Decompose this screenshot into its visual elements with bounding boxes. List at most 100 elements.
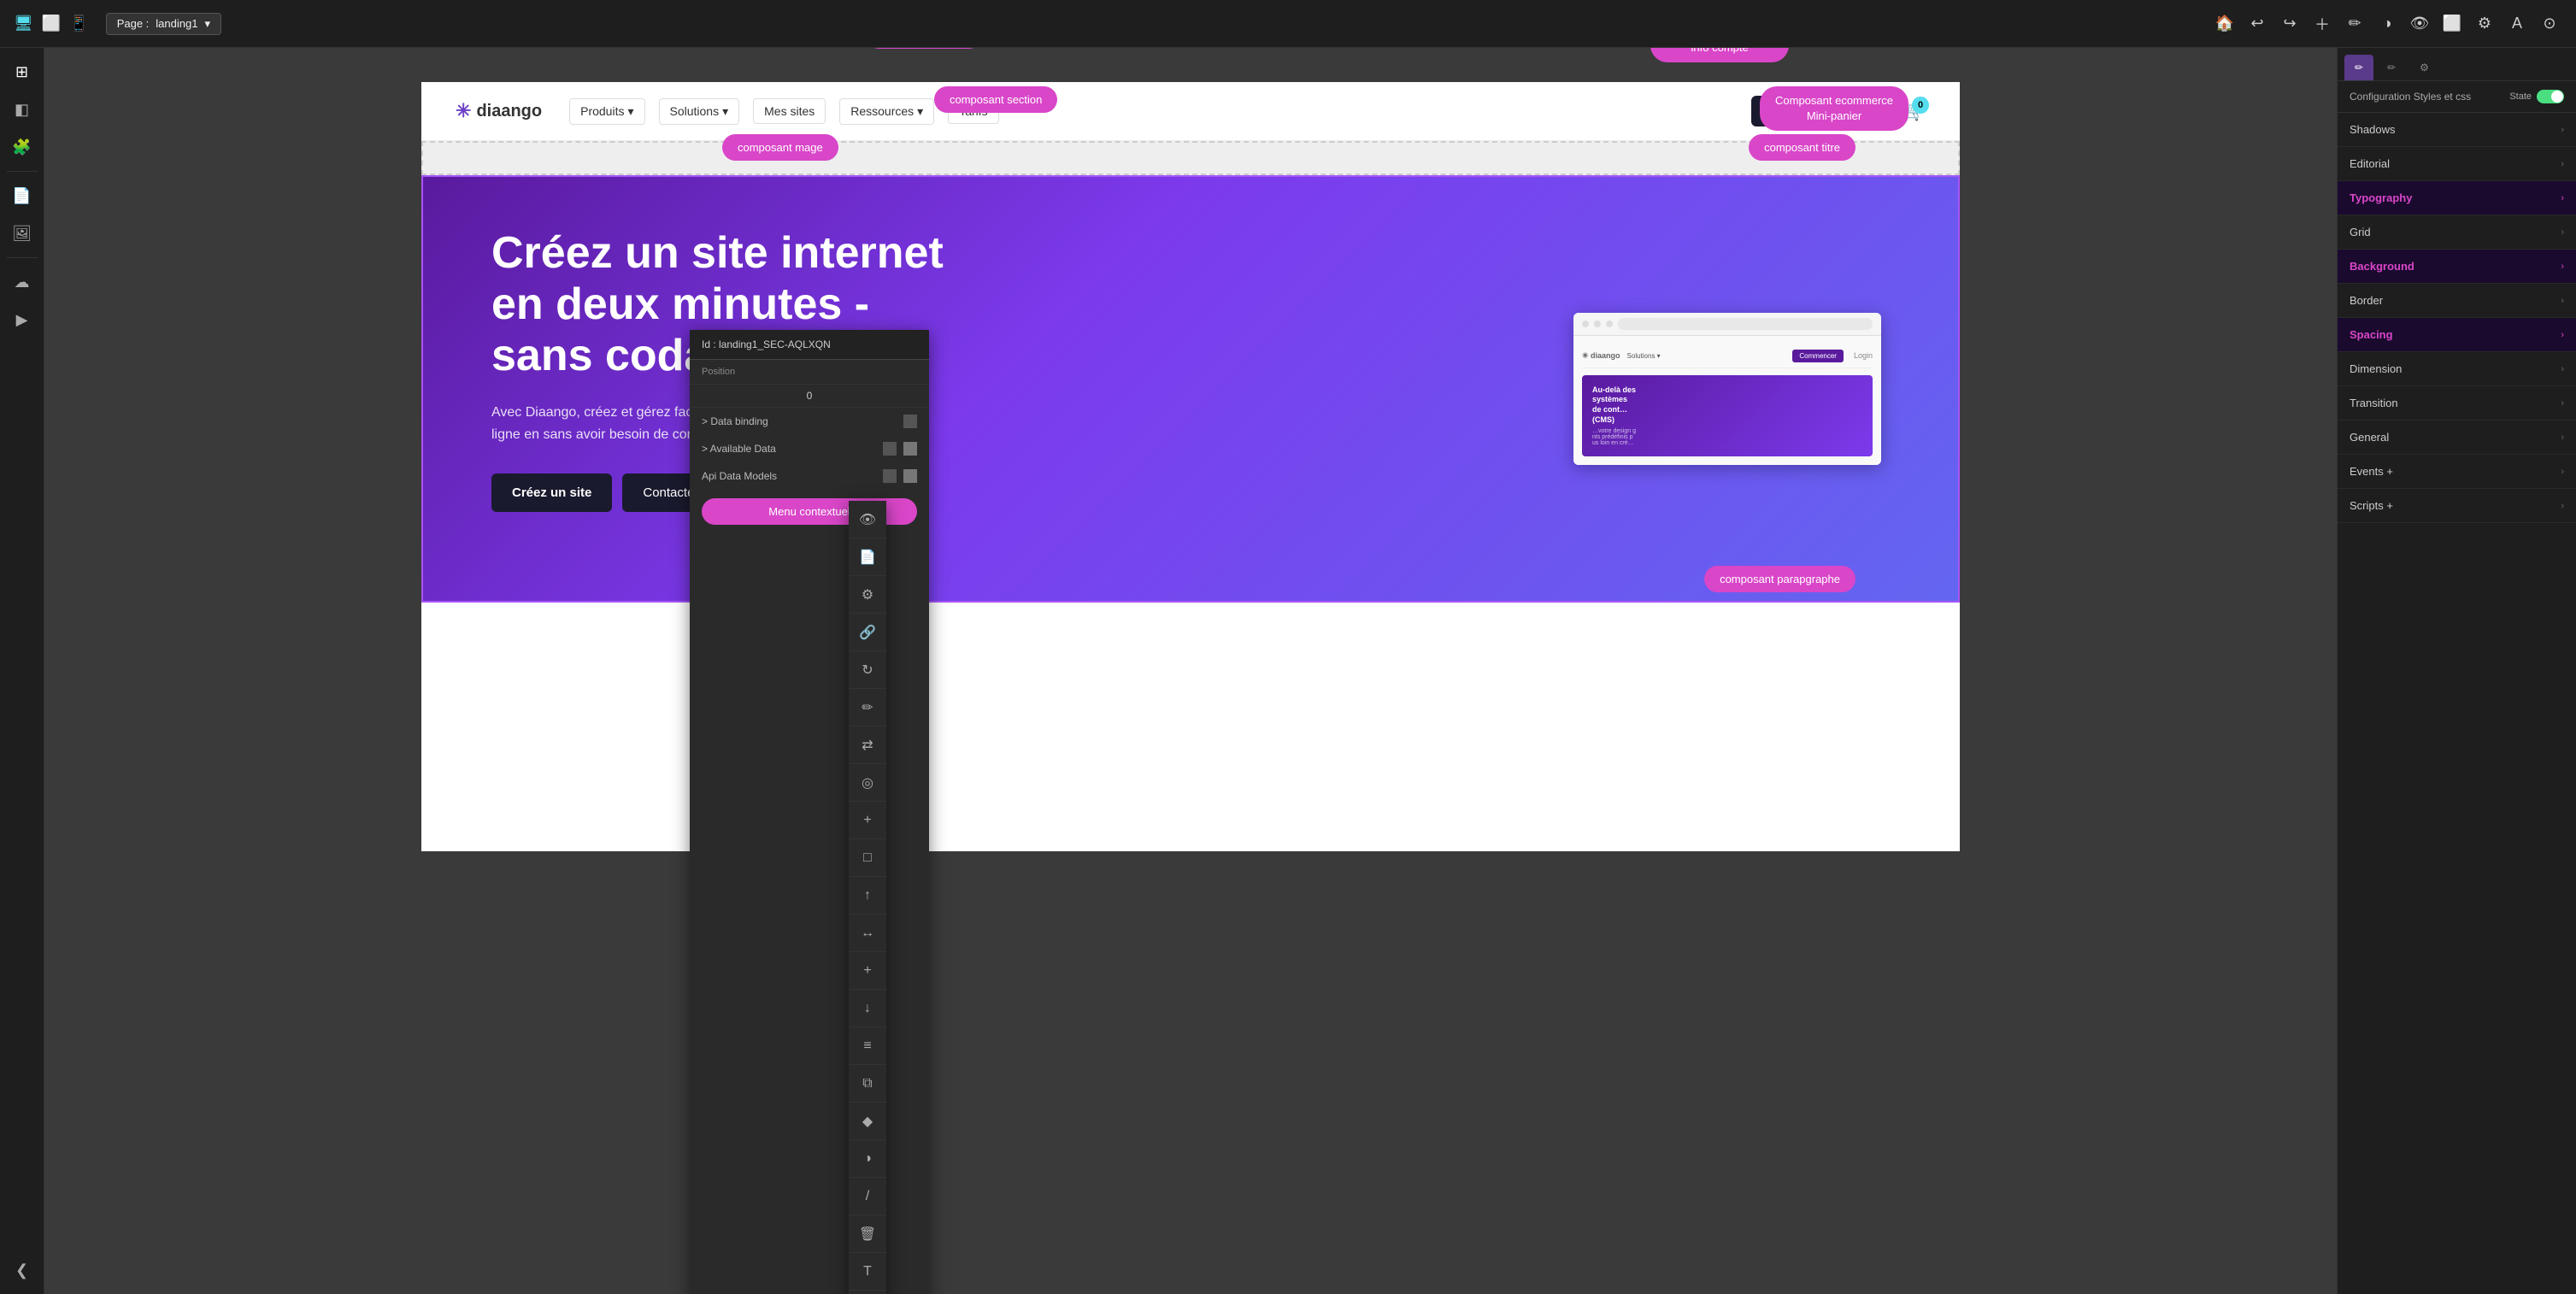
desktop-icon[interactable]: 🖥 bbox=[14, 15, 33, 32]
nav-link-ressources[interactable]: Ressources ▾ bbox=[839, 98, 934, 125]
tool-slash[interactable]: / bbox=[849, 1178, 886, 1215]
transition-arrow: › bbox=[2561, 398, 2564, 409]
tool-t-up[interactable]: ↑ bbox=[849, 877, 886, 915]
device-icons: 🖥 ⬜ 📱 bbox=[14, 15, 89, 32]
tool-t-down[interactable]: ↓ bbox=[849, 990, 886, 1027]
font-icon[interactable]: A bbox=[2504, 15, 2530, 32]
panel-section-typography[interactable]: Typography › bbox=[2338, 181, 2576, 215]
sidebar-item-layers[interactable]: ◧ bbox=[5, 92, 39, 126]
state-toggle[interactable] bbox=[2537, 90, 2564, 103]
mobile-icon[interactable]: 📱 bbox=[69, 15, 88, 32]
context-data-binding[interactable]: > Data binding bbox=[690, 408, 929, 435]
typography-arrow: › bbox=[2561, 193, 2564, 203]
panel-section-transition[interactable]: Transition › bbox=[2338, 386, 2576, 421]
nav-link-solutions[interactable]: Solutions ▾ bbox=[659, 98, 740, 125]
panel-general-label: General bbox=[2350, 431, 2389, 444]
tool-expand-h[interactable]: ↔ bbox=[849, 915, 886, 952]
tool-refresh[interactable]: ↻ bbox=[849, 651, 886, 689]
right-panel-tabs: ✏ ✏ ⚙ bbox=[2338, 48, 2576, 81]
tool-arrows[interactable]: ⇄ bbox=[849, 726, 886, 764]
tool-square[interactable]: □ bbox=[849, 839, 886, 877]
panel-section-background[interactable]: Background › bbox=[2338, 250, 2576, 284]
tablet-icon[interactable]: ⬜ bbox=[42, 15, 61, 32]
context-available-data[interactable]: > Available Data bbox=[690, 435, 929, 462]
hero-btn-creer[interactable]: Créez un site bbox=[491, 473, 612, 512]
eye-icon[interactable]: 👁 bbox=[2407, 15, 2432, 32]
mini-nav-btn: Commencer bbox=[1792, 350, 1844, 362]
tool-trash2[interactable]: 🗑 bbox=[849, 1291, 886, 1294]
available-data-checkbox2 bbox=[903, 442, 917, 456]
window-icon[interactable]: ⬜ bbox=[2439, 15, 2465, 32]
sidebar-item-pages[interactable]: 📄 bbox=[5, 179, 39, 213]
api-data-checkbox2 bbox=[903, 469, 917, 483]
nav-link-produits[interactable]: Produits ▾ bbox=[569, 98, 644, 125]
panel-section-general[interactable]: General › bbox=[2338, 421, 2576, 455]
editorial-arrow: › bbox=[2561, 159, 2564, 169]
mini-hero-section: Au-delà dessystèmesde cont…(CMS) …votre … bbox=[1582, 375, 1873, 457]
tool-pen[interactable]: ✏ bbox=[849, 689, 886, 726]
data-binding-checkbox bbox=[903, 415, 917, 428]
mini-browser-content: ✳ diaango Solutions ▾ Commencer Login Au… bbox=[1573, 336, 1881, 466]
tool-plus[interactable]: + bbox=[849, 802, 886, 839]
add-icon[interactable]: ＋ bbox=[2309, 13, 2335, 35]
browser-dot-2 bbox=[1594, 321, 1601, 327]
home-icon[interactable]: 🏠 bbox=[2212, 15, 2238, 32]
panel-section-shadows[interactable]: Shadows › bbox=[2338, 113, 2576, 147]
general-arrow: › bbox=[2561, 432, 2564, 443]
sidebar-item-media[interactable]: 🖼 bbox=[5, 216, 39, 250]
panel-section-border[interactable]: Border › bbox=[2338, 284, 2576, 318]
browser-dot-3 bbox=[1606, 321, 1613, 327]
hero-title: Créez un site interneten deux minutes -s… bbox=[491, 228, 1531, 381]
panel-shadows-label: Shadows bbox=[2350, 123, 2395, 136]
tool-eye[interactable]: 👁 bbox=[849, 501, 886, 538]
contrast-icon[interactable]: ◑ bbox=[2374, 15, 2400, 32]
context-position-label: Position bbox=[702, 367, 735, 377]
tool-contrast[interactable]: ◑ bbox=[849, 1140, 886, 1178]
tool-trash1[interactable]: 🗑 bbox=[849, 1215, 886, 1253]
settings-icon[interactable]: ⚙ bbox=[2472, 15, 2497, 32]
sidebar-item-components[interactable]: 🧩 bbox=[5, 130, 39, 164]
panel-section-spacing[interactable]: Spacing › bbox=[2338, 318, 2576, 352]
tool-align[interactable]: ≡ bbox=[849, 1027, 886, 1065]
nav-link-mes-sites[interactable]: Mes sites bbox=[753, 98, 826, 124]
hero-left: Créez un site interneten deux minutes -s… bbox=[491, 228, 1531, 550]
sidebar-item-video[interactable]: ▶ bbox=[5, 303, 39, 337]
canvas-area[interactable]: ✳ diaango Produits ▾ Solutions ▾ Mes sit… bbox=[44, 48, 2337, 1294]
page-selector[interactable]: Page : landing1 ▾ bbox=[106, 13, 221, 35]
undo-icon[interactable]: ↩ bbox=[2244, 15, 2270, 32]
tool-link[interactable]: 🔗 bbox=[849, 614, 886, 651]
tool-file[interactable]: 📄 bbox=[849, 538, 886, 576]
tool-circle[interactable]: ◎ bbox=[849, 764, 886, 802]
tool-settings[interactable]: ⚙ bbox=[849, 576, 886, 614]
nav-logo: ✳ diaango bbox=[456, 100, 542, 122]
main-layout: ⊞ ◧ 🧩 📄 🖼 ☁ ▶ ❮ ✳ diaango Produits ▾ bbox=[0, 48, 2576, 1294]
background-arrow: › bbox=[2561, 262, 2564, 272]
right-tab-edit[interactable]: ✏ bbox=[2344, 55, 2373, 80]
top-toolbar: 🖥 ⬜ 📱 Page : landing1 ▾ 🏠 ↩ ↪ ＋ ✏ ◑ 👁 ⬜ … bbox=[0, 0, 2576, 48]
scripts-arrow: › bbox=[2561, 501, 2564, 511]
events-arrow: › bbox=[2561, 467, 2564, 477]
context-api-data[interactable]: Api Data Models bbox=[690, 462, 929, 490]
panel-section-dimension[interactable]: Dimension › bbox=[2338, 352, 2576, 386]
redo-icon[interactable]: ↪ bbox=[2277, 15, 2303, 32]
config-icon[interactable]: ⊙ bbox=[2537, 15, 2562, 32]
panel-section-events[interactable]: Events + › bbox=[2338, 455, 2576, 489]
sidebar-item-grid[interactable]: ⊞ bbox=[5, 55, 39, 89]
logo-text: diaango bbox=[476, 102, 542, 121]
edit-icon[interactable]: ✏ bbox=[2342, 15, 2367, 32]
tool-text[interactable]: T bbox=[849, 1253, 886, 1291]
tool-drop[interactable]: ◆ bbox=[849, 1103, 886, 1140]
sidebar-item-cloud[interactable]: ☁ bbox=[5, 265, 39, 299]
browser-url-bar bbox=[1618, 318, 1873, 330]
tooltip-composant-specifique: composant spécifiqueinfo compte bbox=[1650, 48, 1789, 62]
page-label: Page : bbox=[117, 17, 150, 30]
panel-section-grid[interactable]: Grid › bbox=[2338, 215, 2576, 250]
mini-hero-subtext: …votre design gnts prédéfinis pus loin e… bbox=[1592, 428, 1862, 446]
panel-section-editorial[interactable]: Editorial › bbox=[2338, 147, 2576, 181]
right-tab-settings[interactable]: ⚙ bbox=[2409, 55, 2439, 80]
panel-section-scripts[interactable]: Scripts + › bbox=[2338, 489, 2576, 523]
sidebar-collapse-btn[interactable]: ❮ bbox=[5, 1253, 39, 1287]
right-tab-code[interactable]: ✏ bbox=[2377, 55, 2406, 80]
tool-plus2[interactable]: + bbox=[849, 952, 886, 990]
tool-layers[interactable]: ⧉ bbox=[849, 1065, 886, 1103]
